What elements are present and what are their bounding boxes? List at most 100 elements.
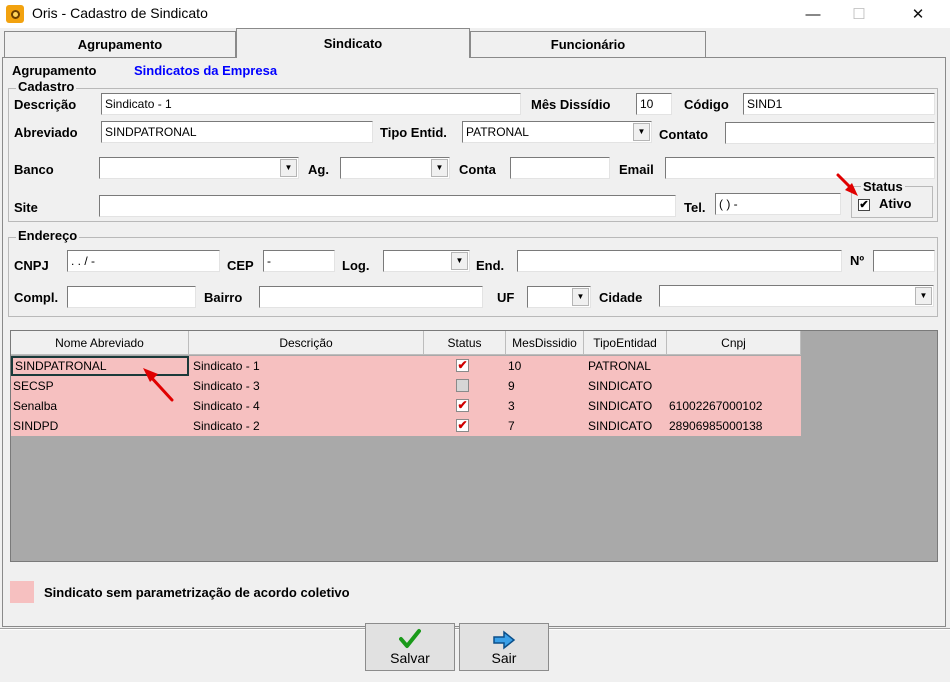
cell-status-checkbox[interactable]: ✔ — [456, 379, 469, 392]
table-row[interactable]: Senalba Sindicato - 4 ✔ 3 SINDICATO 6100… — [11, 396, 801, 416]
cell-descricao[interactable]: Sindicato - 4 — [191, 396, 260, 416]
col-header-status[interactable]: Status — [424, 331, 506, 355]
cell-tipo[interactable]: SINDICATO — [586, 416, 652, 436]
tel-label: Tel. — [684, 200, 706, 215]
cell-nome[interactable]: SECSP — [11, 376, 54, 396]
cell-mes[interactable]: 7 — [506, 416, 515, 436]
chevron-down-icon[interactable]: ▼ — [280, 159, 297, 177]
cell-descricao[interactable]: Sindicato - 2 — [191, 416, 260, 436]
compl-field[interactable] — [67, 286, 196, 308]
agrupamento-label: Agrupamento — [12, 63, 97, 78]
banco-select[interactable]: ▼ — [99, 157, 299, 179]
codigo-field[interactable]: SIND1 — [743, 93, 935, 115]
sair-label: Sair — [491, 650, 517, 666]
cell-tipo[interactable]: PATRONAL — [586, 356, 651, 376]
site-label: Site — [14, 200, 38, 215]
cell-tipo[interactable]: SINDICATO — [586, 396, 652, 416]
chevron-down-icon[interactable]: ▼ — [633, 123, 650, 141]
cell-nome[interactable]: Senalba — [11, 396, 57, 416]
cell-cnpj[interactable] — [667, 376, 669, 396]
tab-sindicato[interactable]: Sindicato — [236, 28, 470, 58]
cell-status-checkbox[interactable]: ✔ — [456, 419, 469, 432]
numero-label: Nº — [850, 253, 865, 268]
email-label: Email — [619, 162, 654, 177]
endereco-group-title: Endereço — [16, 228, 80, 243]
col-header-cnpj[interactable]: Cnpj — [667, 331, 801, 355]
ativo-checkbox[interactable]: ✔ — [858, 199, 870, 211]
col-header-mesdissidio[interactable]: MesDissidio — [506, 331, 584, 355]
minimize-button[interactable]: — — [790, 0, 836, 28]
col-header-nome[interactable]: Nome Abreviado — [11, 331, 189, 355]
cep-label: CEP — [227, 258, 254, 273]
cell-status-checkbox[interactable]: ✔ — [456, 399, 469, 412]
compl-label: Compl. — [14, 290, 59, 305]
col-header-descricao[interactable]: Descrição — [189, 331, 424, 355]
tipo-entid-select[interactable]: PATRONAL ▼ — [462, 121, 652, 143]
chevron-down-icon[interactable]: ▼ — [915, 287, 932, 305]
salvar-button[interactable]: Salvar — [365, 623, 455, 671]
legend-text: Sindicato sem parametrização de acordo c… — [44, 585, 350, 600]
uf-select[interactable]: ▼ — [527, 286, 591, 308]
descricao-field[interactable]: Sindicato - 1 — [101, 93, 521, 115]
chevron-down-icon[interactable]: ▼ — [572, 288, 589, 306]
contato-label: Contato — [659, 127, 709, 142]
cell-descricao[interactable]: Sindicato - 1 — [191, 356, 260, 376]
cidade-select[interactable]: ▼ — [659, 285, 934, 307]
sindicatos-grid[interactable]: Nome Abreviado Descrição Status MesDissi… — [10, 330, 938, 562]
ag-label: Ag. — [308, 162, 329, 177]
legend-swatch — [10, 581, 34, 603]
close-button[interactable]: ✕ — [895, 0, 941, 28]
log-select[interactable]: ▼ — [383, 250, 470, 272]
table-row[interactable]: SINDPATRONAL Sindicato - 1 ✔ 10 PATRONAL — [11, 356, 801, 376]
mes-dissidio-label: Mês Dissídio — [531, 97, 611, 112]
ag-select[interactable]: ▼ — [340, 157, 450, 179]
cell-cnpj[interactable]: 61002267000102 — [667, 396, 762, 416]
contato-field[interactable] — [725, 122, 935, 144]
chevron-down-icon[interactable]: ▼ — [431, 159, 448, 177]
cnpj-field[interactable]: . . / - — [67, 250, 220, 272]
cell-tipo[interactable]: SINDICATO — [586, 376, 652, 396]
col-header-tipoentidad[interactable]: TipoEntidad — [584, 331, 667, 355]
tab-strip: Agrupamento Sindicato Funcionário — [0, 28, 950, 58]
cell-nome[interactable]: SINDPATRONAL — [11, 356, 189, 376]
window-title: Oris - Cadastro de Sindicato — [32, 5, 208, 21]
cep-field[interactable]: - — [263, 250, 335, 272]
maximize-button[interactable]: ☐ — [836, 0, 882, 28]
agrupamento-value: Sindicatos da Empresa — [134, 63, 278, 78]
cell-cnpj[interactable]: 28906985000138 — [667, 416, 762, 436]
tipo-entid-value: PATRONAL — [466, 125, 529, 139]
conta-field[interactable] — [510, 157, 610, 179]
tel-field[interactable]: ( ) - — [715, 193, 841, 215]
numero-field[interactable] — [873, 250, 935, 272]
cell-cnpj[interactable] — [667, 356, 669, 376]
bairro-field[interactable] — [259, 286, 483, 308]
cell-mes[interactable]: 3 — [506, 396, 515, 416]
cidade-label: Cidade — [599, 290, 643, 305]
salvar-label: Salvar — [390, 650, 430, 666]
codigo-label: Código — [684, 97, 729, 112]
cell-descricao[interactable]: Sindicato - 3 — [191, 376, 260, 396]
abreviado-label: Abreviado — [14, 125, 78, 140]
end-field[interactable] — [517, 250, 842, 272]
cell-mes[interactable]: 10 — [506, 356, 521, 376]
cadastro-group-title: Cadastro — [16, 79, 77, 94]
email-field[interactable] — [665, 157, 935, 179]
conta-label: Conta — [459, 162, 496, 177]
sair-button[interactable]: Sair — [459, 623, 549, 671]
tab-agrupamento[interactable]: Agrupamento — [4, 31, 236, 57]
cell-mes[interactable]: 9 — [506, 376, 515, 396]
mes-dissidio-field[interactable]: 10 — [636, 93, 672, 115]
site-field[interactable] — [99, 195, 676, 217]
cell-nome[interactable]: SINDPD — [11, 416, 58, 436]
arrow-right-icon — [493, 630, 516, 650]
end-label: End. — [476, 258, 505, 273]
abreviado-field[interactable]: SINDPATRONAL — [101, 121, 373, 143]
ativo-label: Ativo — [879, 196, 912, 211]
table-row[interactable]: SECSP Sindicato - 3 ✔ 9 SINDICATO — [11, 376, 801, 396]
app-icon — [6, 5, 24, 23]
tab-funcionario[interactable]: Funcionário — [470, 31, 706, 57]
table-row[interactable]: SINDPD Sindicato - 2 ✔ 7 SINDICATO 28906… — [11, 416, 801, 436]
log-label: Log. — [342, 258, 370, 273]
cell-status-checkbox[interactable]: ✔ — [456, 359, 469, 372]
chevron-down-icon[interactable]: ▼ — [451, 252, 468, 270]
